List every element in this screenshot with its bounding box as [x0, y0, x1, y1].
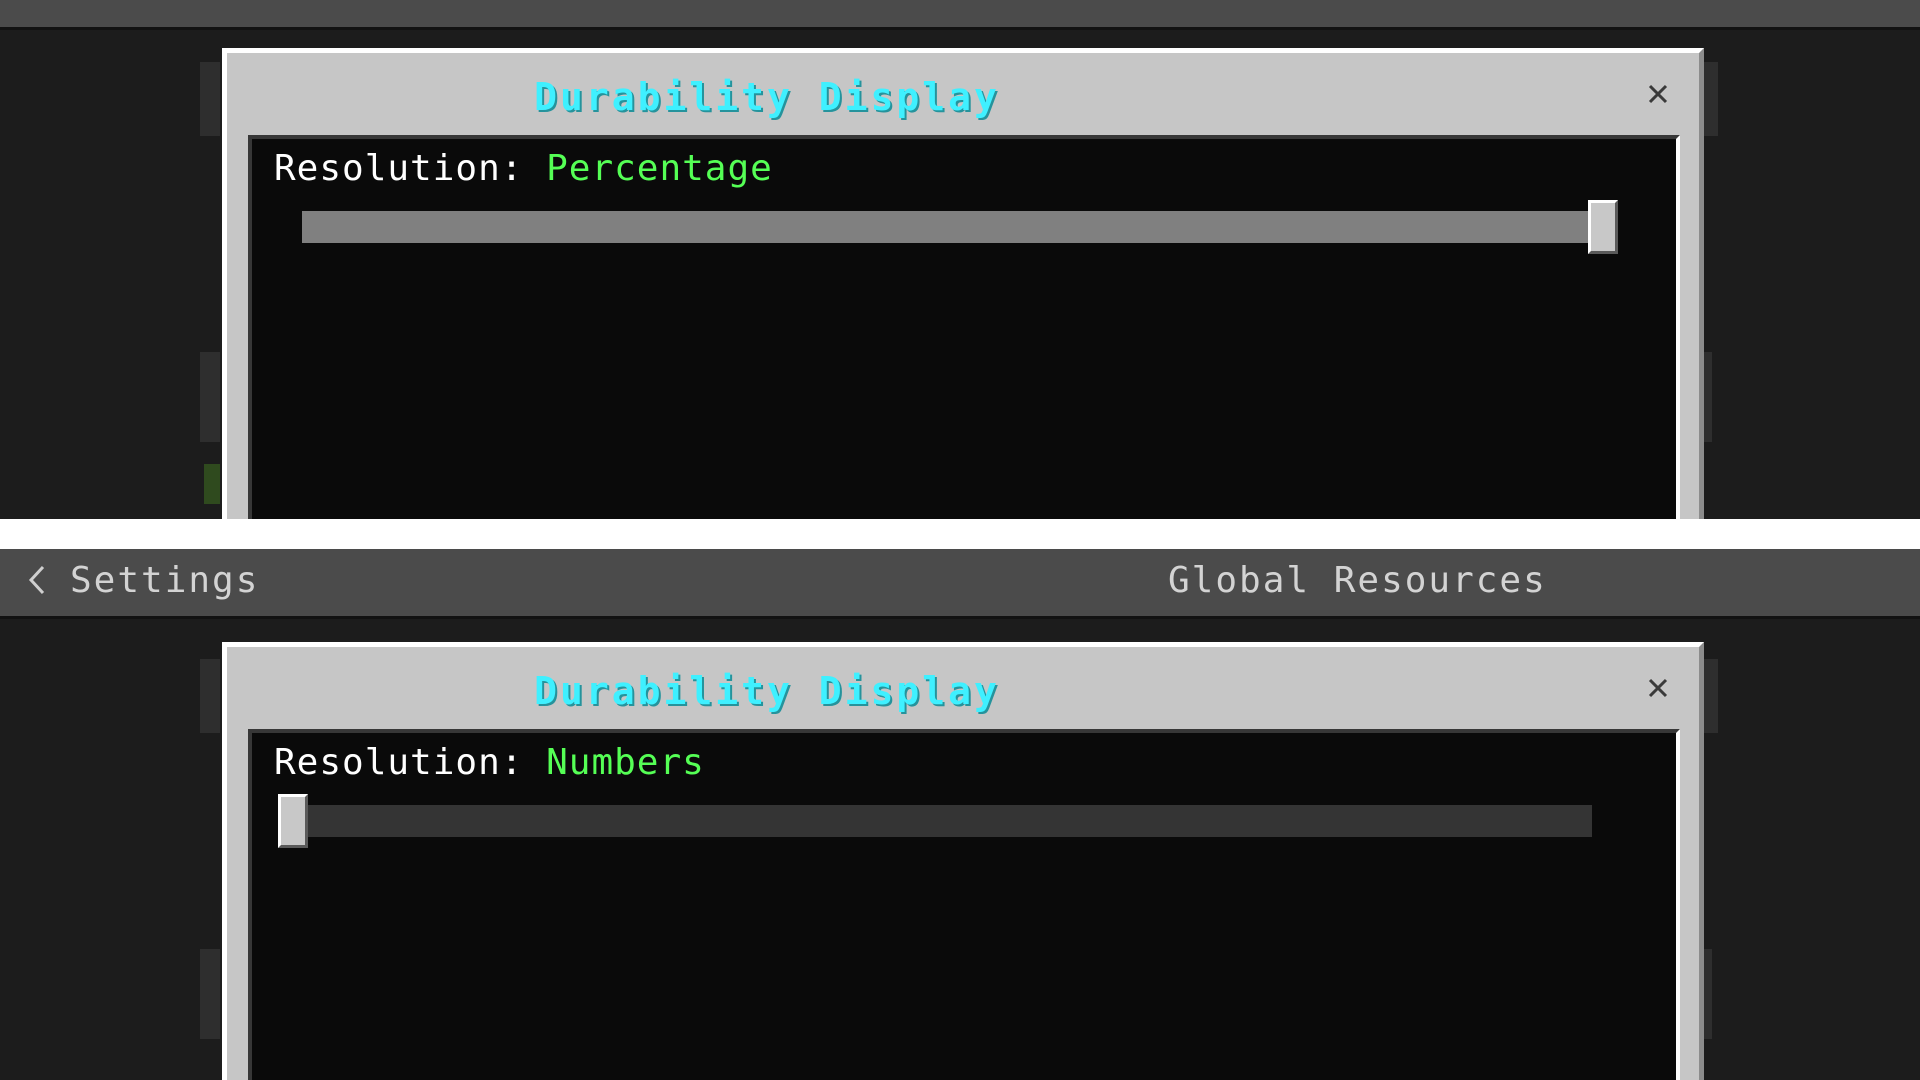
resolution-slider-track[interactable] — [302, 211, 1592, 243]
dialog-content: Resolution: Numbers — [248, 729, 1680, 1080]
top-nav-bar: Settings Global Resources — [0, 549, 1920, 619]
resolution-row: Resolution: Numbers — [274, 739, 705, 787]
close-icon[interactable] — [1647, 83, 1669, 105]
background-panel-edge — [200, 62, 220, 136]
background-panel-edge — [200, 352, 220, 442]
dialog-content: Resolution: Percentage — [248, 135, 1680, 519]
chevron-left-icon[interactable] — [26, 563, 48, 597]
screenshot-bottom: Settings Global Resources Durability Dis… — [0, 549, 1920, 1080]
top-nav-bar — [0, 0, 1920, 30]
close-icon[interactable] — [1647, 677, 1669, 699]
resolution-slider-handle[interactable] — [1588, 200, 1618, 254]
resolution-value: Numbers — [546, 742, 705, 783]
dialog-title: Durability Display — [534, 669, 1000, 713]
background-indicator — [204, 464, 220, 504]
screenshot-top: Durability Display Resolution: Percentag… — [0, 0, 1920, 519]
durability-display-dialog: Durability Display Resolution: Numbers — [222, 642, 1704, 1080]
resolution-slider-handle[interactable] — [278, 794, 308, 848]
resolution-row: Resolution: Percentage — [274, 145, 773, 193]
resolution-value: Percentage — [546, 148, 773, 189]
resolution-label: Resolution: — [274, 148, 547, 189]
dialog-title: Durability Display — [534, 75, 1000, 119]
back-button-settings[interactable]: Settings — [70, 561, 259, 601]
page-title: Global Resources — [1168, 560, 1547, 601]
background-panel-edge — [200, 949, 220, 1039]
resolution-label: Resolution: — [274, 742, 547, 783]
resolution-slider-track[interactable] — [296, 805, 1592, 837]
durability-display-dialog: Durability Display Resolution: Percentag… — [222, 48, 1704, 519]
background-panel-edge — [200, 659, 220, 733]
